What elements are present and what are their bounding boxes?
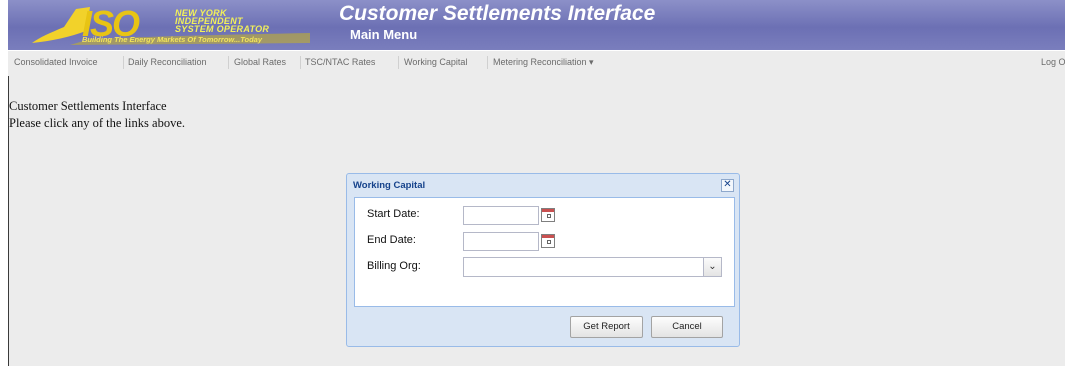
chevron-down-icon[interactable]: ⌄ [703,258,721,276]
cancel-button[interactable]: Cancel [651,316,723,338]
nav-separator [398,56,399,69]
dialog-form: Start Date: End Date: Billing Org: ⌄ [354,197,735,307]
nav-working-capital[interactable]: Working Capital [404,57,467,67]
nav-bar: Consolidated Invoice Daily Reconciliatio… [8,50,1065,77]
billing-org-select[interactable]: ⌄ [463,257,722,277]
nav-tsc-ntac-rates[interactable]: TSC/NTAC Rates [305,57,375,67]
app-header: ISO NEW YORK INDEPENDENT SYSTEM OPERATOR… [8,0,1065,50]
logo-tagline: Building The Energy Markets Of Tomorrow.… [82,35,263,44]
calendar-icon[interactable] [541,208,555,222]
nav-daily-reconciliation[interactable]: Daily Reconciliation [128,57,207,67]
start-date-label: Start Date: [367,208,420,220]
logo-text: NEW YORK INDEPENDENT SYSTEM OPERATOR [175,8,270,34]
end-date-input[interactable] [463,232,539,251]
nyiso-logo: ISO NEW YORK INDEPENDENT SYSTEM OPERATOR… [30,3,320,47]
content-instruction: Please click any of the links above. [9,116,185,130]
page-subtitle: Main Menu [350,27,418,42]
get-report-button[interactable]: Get Report [570,316,643,338]
logout-link[interactable]: Log Ou [1041,57,1065,67]
nav-separator [123,56,124,69]
start-date-input[interactable] [463,206,539,225]
end-date-label: End Date: [367,234,416,246]
content-heading: Customer Settlements Interface [9,99,167,113]
nav-global-rates[interactable]: Global Rates [234,57,286,67]
billing-org-label: Billing Org: [367,260,421,272]
close-icon[interactable]: ✕ [721,179,734,192]
nav-separator [487,56,488,69]
nav-separator [300,56,301,69]
nav-separator [228,56,229,69]
working-capital-dialog: Working Capital ✕ Start Date: End Date: … [346,173,740,347]
nav-metering-reconciliation[interactable]: Metering Reconciliation ▾ [493,57,594,68]
app-title: Customer Settlements Interface [339,2,656,25]
nav-consolidated-invoice[interactable]: Consolidated Invoice [14,57,98,67]
dialog-title: Working Capital [353,180,426,191]
calendar-icon[interactable] [541,234,555,248]
